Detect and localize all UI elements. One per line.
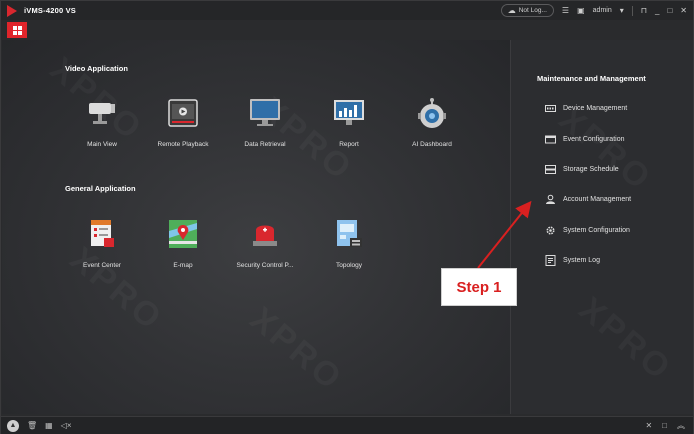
menu-item-label: Device Management bbox=[563, 104, 628, 112]
gear-icon bbox=[546, 225, 555, 235]
log-icon bbox=[545, 254, 556, 266]
menu-account-management[interactable]: Account Management bbox=[545, 193, 631, 205]
app-remote-playback[interactable]: Remote Playback bbox=[150, 96, 216, 148]
app-event-center[interactable]: Event Center bbox=[69, 217, 135, 269]
app-topology[interactable]: Topology bbox=[316, 217, 382, 269]
menu-item-label: Account Management bbox=[563, 195, 632, 203]
playback-icon bbox=[168, 99, 198, 127]
menu-event-configuration[interactable]: Event Configuration bbox=[545, 133, 624, 145]
topology-icon bbox=[337, 220, 362, 247]
map-pin-icon bbox=[169, 220, 197, 248]
app-label: Remote Playback bbox=[157, 141, 209, 148]
lock-icon[interactable]: ⊓ bbox=[641, 6, 647, 15]
main-panel: XPRO XPRO XPRO XPRO Video Application Ma… bbox=[2, 40, 510, 414]
menu-system-log[interactable]: System Log bbox=[545, 254, 600, 266]
app-label: Report bbox=[339, 141, 359, 148]
menu-storage-schedule[interactable]: Storage Schedule bbox=[545, 163, 619, 175]
collapse-up-icon[interactable]: ︽ bbox=[677, 421, 685, 430]
app-label: AI Dashboard bbox=[412, 141, 452, 148]
app-logo-icon bbox=[7, 4, 19, 17]
event-config-icon bbox=[545, 135, 556, 143]
close-icon[interactable]: ✕ bbox=[680, 6, 687, 15]
title-bar: iVMS-4200 VS ☁ Not Log... ☰ ▣ admin ▾ ⊓ … bbox=[1, 1, 693, 20]
user-name[interactable]: admin bbox=[593, 7, 612, 14]
menu-item-label: System Configuration bbox=[563, 226, 630, 234]
app-report[interactable]: Report bbox=[316, 96, 382, 148]
maximize-icon[interactable]: □ bbox=[667, 6, 672, 15]
network-status-button[interactable]: ☁ Not Log... bbox=[500, 4, 554, 17]
status-bar: ▲ 🗑 ▦ ◁× ✕ □ ︽ bbox=[1, 416, 693, 434]
app-main-view[interactable]: Main View bbox=[69, 96, 135, 148]
app-security-control-panel[interactable]: Security Control P... bbox=[232, 217, 298, 269]
app-e-map[interactable]: E-map bbox=[150, 217, 216, 269]
maintenance-panel: XPRO XPRO Maintenance and Management Dev… bbox=[510, 40, 693, 414]
user-dropdown-icon[interactable]: ▾ bbox=[620, 6, 624, 15]
minimize-icon[interactable]: _ bbox=[655, 6, 659, 15]
alarm-light-icon bbox=[253, 225, 277, 246]
image-icon[interactable]: ▣ bbox=[577, 6, 585, 15]
app-label: E-map bbox=[173, 262, 193, 269]
alarm-icon[interactable]: ▲ bbox=[7, 419, 19, 432]
home-button[interactable] bbox=[7, 22, 27, 38]
storage-icon bbox=[545, 164, 556, 174]
monitor-icon bbox=[250, 99, 280, 126]
menu-device-management[interactable]: Device Management bbox=[545, 102, 627, 114]
camera-icon bbox=[89, 103, 115, 124]
menu-item-label: Storage Schedule bbox=[563, 165, 619, 173]
app-data-retrieval[interactable]: Data Retrieval bbox=[232, 96, 298, 148]
app-label: Data Retrieval bbox=[244, 141, 286, 148]
account-icon bbox=[546, 194, 555, 204]
menu-item-label: System Log bbox=[563, 256, 600, 264]
robot-icon bbox=[418, 98, 446, 128]
app-label: Main View bbox=[87, 141, 117, 148]
general-application-title: General Application bbox=[65, 184, 136, 193]
app-ai-dashboard[interactable]: AI Dashboard bbox=[399, 96, 465, 148]
app-label: Security Control P... bbox=[236, 262, 294, 269]
menu-icon[interactable]: ☰ bbox=[562, 6, 569, 15]
title-bar-controls: ☁ Not Log... ☰ ▣ admin ▾ ⊓ _ □ ✕ bbox=[500, 1, 687, 20]
title-bar-divider bbox=[631, 5, 633, 16]
pin-icon[interactable]: ✕ bbox=[645, 421, 652, 430]
app-title: iVMS-4200 VS bbox=[24, 6, 77, 15]
window-icon[interactable]: □ bbox=[662, 421, 667, 430]
report-chart-icon bbox=[334, 100, 364, 125]
screenshot-icon[interactable]: ▦ bbox=[45, 421, 53, 430]
grid-icon bbox=[12, 25, 22, 35]
menu-system-configuration[interactable]: System Configuration bbox=[545, 224, 630, 236]
app-label: Event Center bbox=[83, 262, 121, 269]
mute-icon[interactable]: ◁× bbox=[61, 421, 72, 430]
trash-icon[interactable]: 🗑 bbox=[27, 421, 37, 430]
app-label: Topology bbox=[335, 262, 363, 269]
watermark: XPRO bbox=[571, 290, 679, 390]
cloud-icon: ☁ bbox=[507, 5, 516, 15]
device-icon bbox=[545, 104, 556, 112]
video-application-title: Video Application bbox=[65, 64, 128, 73]
step-1-callout: Step 1 bbox=[441, 268, 517, 306]
maintenance-title: Maintenance and Management bbox=[537, 74, 646, 83]
event-center-icon bbox=[91, 220, 114, 247]
menu-item-label: Event Configuration bbox=[563, 135, 625, 143]
app-window: iVMS-4200 VS ☁ Not Log... ☰ ▣ admin ▾ ⊓ … bbox=[0, 0, 694, 434]
network-status-label: Not Log... bbox=[518, 7, 547, 14]
watermark: XPRO bbox=[242, 300, 350, 400]
watermark: XPRO bbox=[551, 100, 659, 200]
